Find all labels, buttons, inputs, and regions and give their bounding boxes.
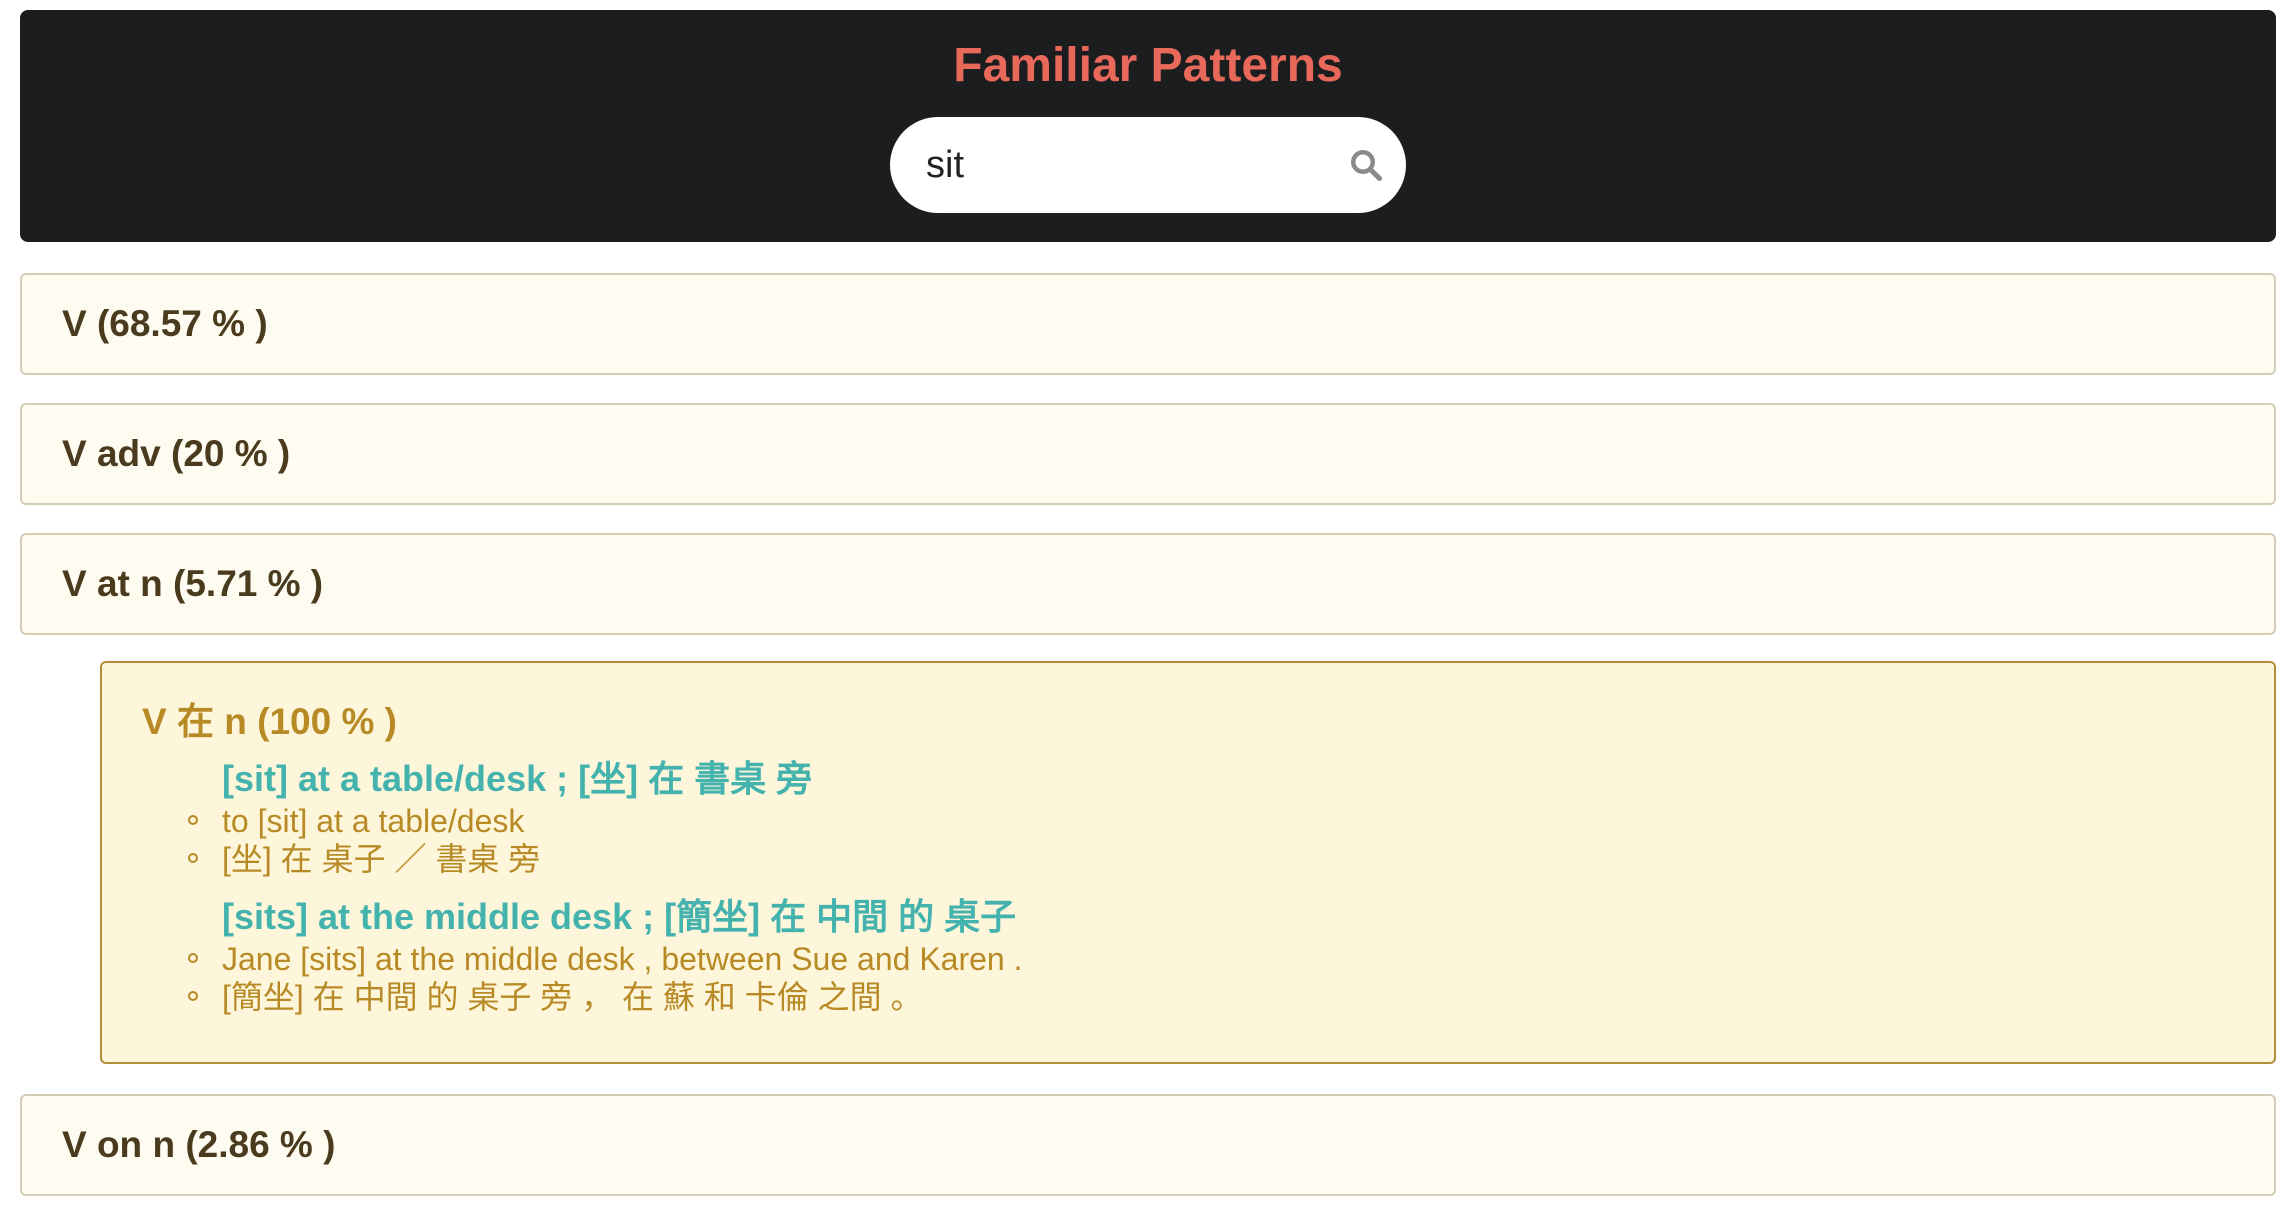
pattern-row-v[interactable]: V (68.57 % ) <box>20 273 2276 375</box>
pattern-row-v-on-n[interactable]: V on n (2.86 % ) <box>20 1094 2276 1196</box>
pattern-row-v-adv[interactable]: V adv (20 % ) <box>20 403 2276 505</box>
example-text: to [sit] at a table/desk <box>222 803 525 839</box>
example-list: Jane [sits] at the middle desk , between… <box>188 940 2122 1016</box>
search-box[interactable] <box>890 117 1406 213</box>
pattern-label: V at n (5.71 % ) <box>62 563 324 604</box>
list-item: Jane [sits] at the middle desk , between… <box>188 940 2122 978</box>
search-input[interactable] <box>926 117 1306 213</box>
pattern-row-v-at-n[interactable]: V at n (5.71 % ) <box>20 533 2276 635</box>
pattern-label: V adv (20 % ) <box>62 433 291 474</box>
example-text: [簡坐] 在 中間 的 桌子 旁 ， 在 蘇 和 卡倫 之間 。 <box>222 979 923 1015</box>
header-bar: Familiar Patterns <box>20 10 2276 242</box>
list-item: [簡坐] 在 中間 的 桌子 旁 ， 在 蘇 和 卡倫 之間 。 <box>188 978 2122 1016</box>
example-heading: [sit] at a table/desk ; [坐] 在 書桌 旁 <box>222 758 813 799</box>
bullet-icon <box>188 991 198 1001</box>
example-text: Jane [sits] at the middle desk , between… <box>222 941 1023 977</box>
example-list: to [sit] at a table/desk [坐] 在 桌子 ／ 書桌 旁 <box>188 802 2122 878</box>
example-group: [sit] at a table/desk ; [坐] 在 書桌 旁 to [s… <box>188 756 2122 878</box>
example-heading: [sits] at the middle desk ; [簡坐] 在 中間 的 … <box>222 896 1017 937</box>
list-item: to [sit] at a table/desk <box>188 802 2122 840</box>
bullet-icon <box>188 815 198 825</box>
example-group: [sits] at the middle desk ; [簡坐] 在 中間 的 … <box>188 894 2122 1016</box>
subpattern-panel: V 在 n (100 % ) [sit] at a table/desk ; [… <box>100 661 2276 1064</box>
bullet-icon <box>188 953 198 963</box>
subpattern-title[interactable]: V 在 n (100 % ) <box>142 691 397 745</box>
page-title: Familiar Patterns <box>953 39 1343 92</box>
pattern-label: V on n (2.86 % ) <box>62 1124 336 1165</box>
pattern-label: V (68.57 % ) <box>62 303 268 344</box>
search-icon[interactable] <box>1348 147 1384 183</box>
bullet-icon <box>188 853 198 863</box>
example-text: [坐] 在 桌子 ／ 書桌 旁 <box>222 841 541 877</box>
list-item: [坐] 在 桌子 ／ 書桌 旁 <box>188 840 2122 878</box>
